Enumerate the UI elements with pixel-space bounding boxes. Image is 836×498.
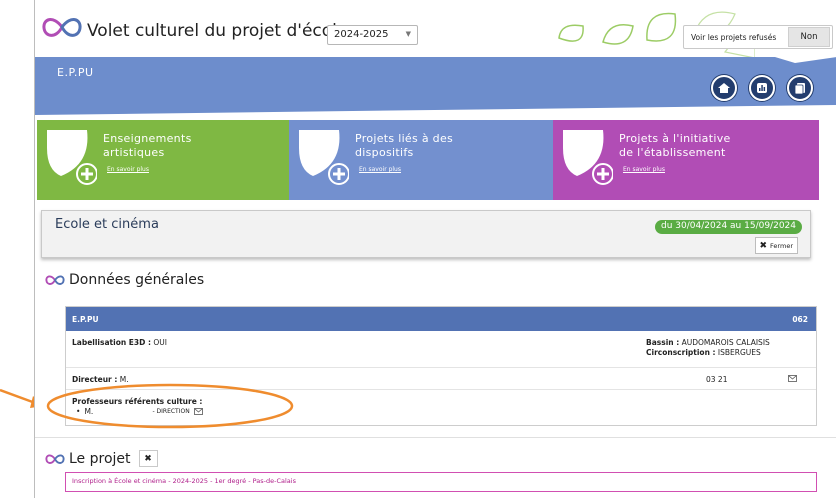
stats-button[interactable] bbox=[749, 75, 775, 101]
labellisation-label: Labellisation E3D : bbox=[72, 338, 151, 347]
refused-projects-switch[interactable]: Non bbox=[788, 27, 830, 47]
page-title: Volet culturel du projet d'école bbox=[87, 21, 348, 41]
document-button[interactable] bbox=[787, 75, 813, 101]
projet-inscription: Inscription à École et cinéma - 2024-202… bbox=[65, 472, 817, 492]
tile-initiative[interactable]: Projets à l'initiative de l'établissement… bbox=[553, 120, 819, 200]
director-phone: 03 21 bbox=[706, 375, 728, 384]
school-code: 062 bbox=[792, 314, 808, 324]
tile-dispositifs[interactable]: Projets liés à des dispositifs En savoir … bbox=[289, 120, 553, 200]
leaf-plus-icon bbox=[47, 130, 97, 185]
document-icon bbox=[794, 83, 805, 95]
labellisation-value: OUI bbox=[153, 338, 167, 347]
mail-icon[interactable] bbox=[788, 375, 797, 382]
chevron-down-icon: ▼ bbox=[405, 30, 411, 38]
close-icon: ✖ bbox=[144, 453, 152, 464]
refused-projects-label: Voir les projets refusés bbox=[691, 32, 777, 42]
tile-more-link[interactable]: En savoir plus bbox=[359, 166, 401, 173]
close-label: Fermer bbox=[770, 241, 793, 250]
general-heading-text: Données générales bbox=[69, 272, 205, 288]
section-divider bbox=[35, 437, 836, 438]
home-button[interactable] bbox=[711, 75, 737, 101]
tile-enseignements[interactable]: Enseignements artistiques En savoir plus bbox=[37, 120, 289, 200]
tile-title: Projets liés à des dispositifs bbox=[355, 132, 454, 159]
bassin-value: AUDOMAROIS CALAISIS bbox=[681, 338, 770, 347]
tile-more-link[interactable]: En savoir plus bbox=[107, 166, 149, 173]
card-divider bbox=[66, 367, 816, 368]
project-title: Ecole et cinéma bbox=[55, 217, 159, 232]
project-panel: Ecole et cinéma du 30/04/2024 au 15/09/2… bbox=[41, 210, 811, 258]
bassin-block: Bassin : AUDOMAROIS CALAISIS Circonscrip… bbox=[646, 338, 806, 358]
school-name: E.P.PU bbox=[72, 314, 99, 324]
projet-heading-text: Le projet bbox=[69, 450, 131, 467]
date-range-badge: du 30/04/2024 au 15/09/2024 bbox=[655, 220, 802, 234]
school-banner-name: E.P.PU bbox=[57, 66, 94, 79]
close-icon: ✖ bbox=[759, 240, 768, 251]
year-select[interactable]: 2024-2025 ▼ bbox=[327, 25, 418, 45]
school-card-header: E.P.PU 062 bbox=[66, 307, 816, 331]
tile-title: Enseignements artistiques bbox=[103, 132, 192, 159]
general-section-heading: Données générales bbox=[45, 272, 204, 288]
bassin-label: Bassin : bbox=[646, 338, 680, 347]
remove-projet-button[interactable]: ✖ bbox=[138, 450, 158, 467]
leaf-plus-icon bbox=[299, 130, 349, 185]
year-select-value: 2024-2025 bbox=[334, 29, 389, 40]
close-button[interactable]: ✖ Fermer bbox=[754, 237, 798, 254]
tile-more-link[interactable]: En savoir plus bbox=[623, 166, 665, 173]
app-logo-icon bbox=[42, 18, 82, 37]
circo-value: ISBERGUES bbox=[717, 348, 761, 357]
stats-icon bbox=[757, 83, 767, 93]
section-logo-icon bbox=[45, 454, 65, 464]
section-logo-icon bbox=[45, 275, 65, 285]
leaf-plus-icon bbox=[563, 130, 613, 185]
home-icon bbox=[718, 83, 730, 93]
circo-label: Circonscription : bbox=[646, 348, 716, 357]
highlight-ellipse bbox=[46, 383, 294, 429]
tile-title: Projets à l'initiative de l'établissement bbox=[619, 132, 731, 159]
refused-projects-toggle[interactable]: Voir les projets refusés Non bbox=[683, 25, 833, 49]
projet-section-heading: Le projet ✖ bbox=[45, 450, 158, 467]
app-window: Volet culturel du projet d'école 2024-20… bbox=[34, 0, 836, 498]
